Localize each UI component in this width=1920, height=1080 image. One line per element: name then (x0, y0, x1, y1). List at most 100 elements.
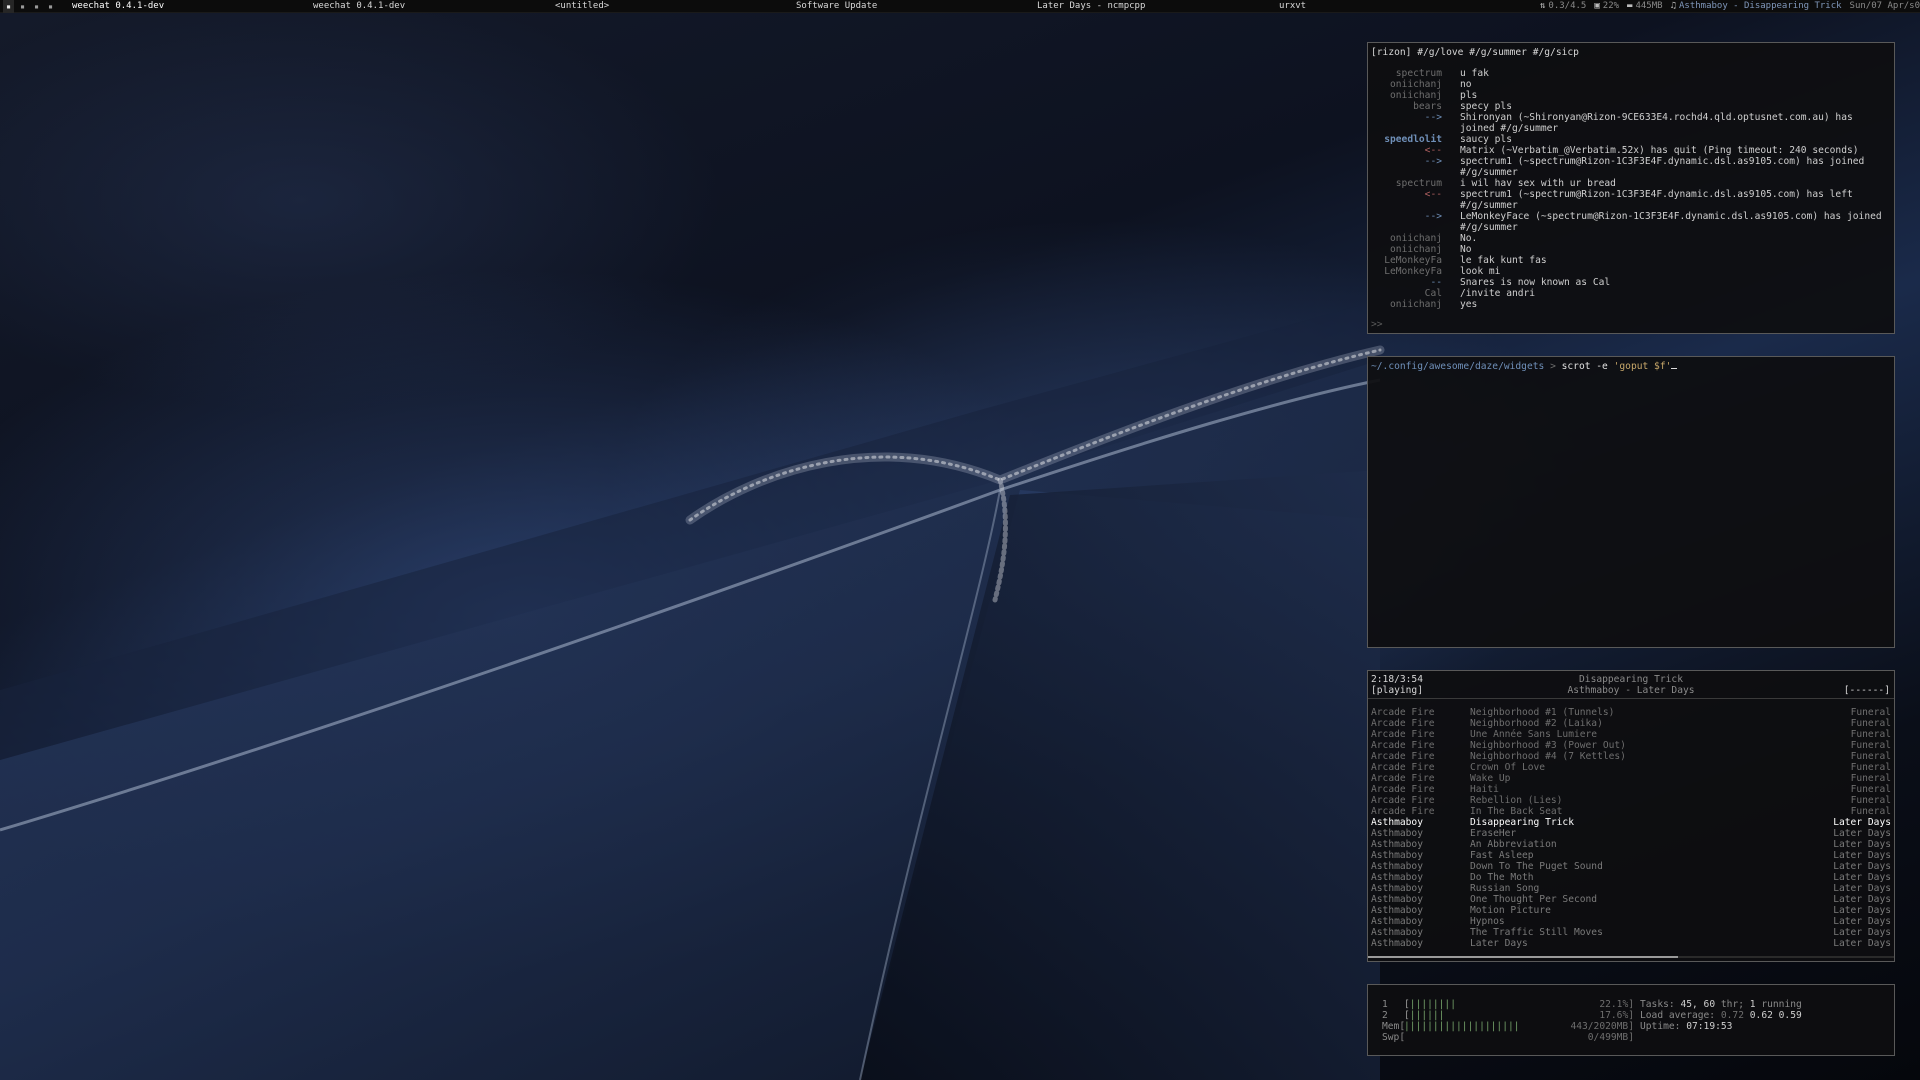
playlist-row[interactable]: Asthmaboy Do The Moth Later Days (1368, 872, 1894, 883)
playlist-row[interactable]: Asthmaboy Hypnos Later Days (1368, 916, 1894, 927)
uptime-value: 07:19:53 (1686, 1021, 1733, 1032)
playlist-row[interactable]: Asthmaboy EraseHer Later Days (1368, 828, 1894, 839)
track-title: Wake Up (1470, 773, 1511, 784)
weechat-buffer-title: [rizon] #/g/love #/g/summer #/g/sicp (1371, 47, 1579, 58)
playlist-row[interactable]: Asthmaboy Russian Song Later Days (1368, 883, 1894, 894)
chat-message: pls (1460, 90, 1478, 101)
track-title: EraseHer (1470, 828, 1517, 839)
playlist-row-current[interactable]: Asthmaboy Disappearing Trick Later Days (1368, 817, 1894, 828)
chat-separator (1444, 90, 1460, 101)
track-artist: Arcade Fire (1371, 795, 1435, 806)
playback-progress-bar[interactable] (1368, 956, 1894, 958)
chat-message: spectrum1 (~spectrum@Rizon-1C3F3E4F.dyna… (1460, 156, 1865, 178)
chat-message: no (1460, 79, 1472, 90)
playlist-row[interactable]: Asthmaboy One Thought Per Second Later Day… (1368, 894, 1894, 905)
playlist-row[interactable]: Arcade Fire Neighborhood #4 (7 Kettles) Fu… (1368, 751, 1894, 762)
track-album: Funeral (1850, 806, 1891, 817)
playlist-row[interactable]: Asthmaboy Later Days Later Days (1368, 938, 1894, 949)
playlist-row[interactable]: Arcade Fire Neighborhood #3 (Power Out) Fu… (1368, 740, 1894, 751)
track-artist: Asthmaboy (1371, 861, 1423, 872)
chat-nick: oniichanj (1390, 79, 1442, 90)
chat-message: Snares is now known as Cal (1460, 277, 1611, 288)
htop-window[interactable]: 1 [|||||||| 22.1%] 2 [|||||| 17.6%] Mem[||||||… (1367, 984, 1895, 1056)
battery-value: 22% (1602, 1, 1620, 11)
meter-label: Mem[ (1382, 1021, 1406, 1032)
playlist-row[interactable]: Asthmaboy An Abbreviation Later Days (1368, 839, 1894, 850)
track-artist: Arcade Fire (1371, 729, 1435, 740)
network-value: 0.3/4.5 (1548, 1, 1587, 11)
chat-message: saucy pls (1460, 134, 1512, 145)
weechat-input-line[interactable]: >> (1371, 319, 1383, 330)
shell-cwd: ~/.config/awesome/daze/widgets (1371, 361, 1545, 372)
taskbar-item-weechat-2[interactable]: weechat 0.4.1-dev (313, 0, 405, 13)
chat-nick: oniichanj (1390, 244, 1442, 255)
playlist-row[interactable]: Asthmaboy Motion Picture Later Days (1368, 905, 1894, 916)
track-title: Motion Picture (1470, 905, 1551, 916)
htop-meter: Swp[0/499MB] (1382, 1032, 1634, 1043)
network-icon: ⇅ (1540, 1, 1546, 11)
playlist-row[interactable]: Arcade Fire Crown Of Love Funeral (1368, 762, 1894, 773)
track-title: Later Days (1470, 938, 1528, 949)
chat-nick: oniichanj (1390, 233, 1442, 244)
track-artist: Asthmaboy (1371, 927, 1423, 938)
track-album: Funeral (1850, 751, 1891, 762)
shell-prompt-line[interactable]: ~/.config/awesome/daze/widgets > scrot -… (1371, 361, 1678, 372)
tag-3[interactable]: ▪ (31, 0, 42, 13)
playlist-row[interactable]: Asthmaboy Fast Asleep Later Days (1368, 850, 1894, 861)
chat-message: yes (1460, 299, 1478, 310)
top-panel: ▪ ▪ ▪ ▪ weechat 0.4.1-dev weechat 0.4.1-… (0, 0, 1920, 13)
playlist-row[interactable]: Arcade Fire Haiti Funeral (1368, 784, 1894, 795)
track-artist: Asthmaboy (1371, 883, 1423, 894)
track-artist: Arcade Fire (1371, 784, 1435, 795)
weechat-window[interactable]: [rizon] #/g/love #/g/summer #/g/sicp spe… (1367, 42, 1895, 334)
chat-separator (1444, 68, 1460, 79)
tag-2[interactable]: ▪ (17, 0, 28, 13)
track-title: Neighborhood #1 (Tunnels) (1470, 707, 1615, 718)
playlist-row[interactable]: Asthmaboy The Traffic Still Moves Later Da… (1368, 927, 1894, 938)
taskbar-item-weechat-1[interactable]: weechat 0.4.1-dev (72, 0, 164, 13)
music-widget[interactable]: ♫ Asthmaboy - Disappearing Trick (1671, 0, 1842, 13)
track-artist: Arcade Fire (1371, 740, 1435, 751)
playlist-row[interactable]: Asthmaboy Down To The Puget Sound Later Da… (1368, 861, 1894, 872)
playlist-row[interactable]: Arcade Fire Neighborhood #2 (Laika) Funera… (1368, 718, 1894, 729)
taskbar-item-software-update[interactable]: Software Update (796, 0, 877, 13)
uptime-label: Uptime: (1640, 1021, 1681, 1032)
taskbar-item-urxvt[interactable]: urxvt (1279, 0, 1306, 13)
track-album: Later Days (1833, 839, 1891, 850)
playlist-row[interactable]: Arcade Fire Wake Up Funeral (1368, 773, 1894, 784)
chat-separator (1444, 299, 1460, 310)
track-album: Later Days (1833, 883, 1891, 894)
chat-nick: -- (1430, 277, 1442, 288)
threads-count: 60 (1703, 999, 1716, 1010)
playback-progress-fill (1368, 956, 1679, 958)
track-album: Later Days (1833, 894, 1891, 905)
track-title: An Abbreviation (1470, 839, 1557, 850)
tag-1[interactable]: ▪ (3, 0, 14, 13)
tag-4[interactable]: ▪ (45, 0, 56, 13)
playlist-row[interactable]: Arcade Fire Neighborhood #1 (Tunnels) Fune… (1368, 707, 1894, 718)
track-album: Later Days (1833, 938, 1891, 949)
shell-terminal-window[interactable]: ~/.config/awesome/daze/widgets > scrot -… (1367, 356, 1895, 648)
chat-nick: <-- (1424, 189, 1442, 200)
track-artist: Asthmaboy (1371, 817, 1423, 828)
chat-separator (1444, 266, 1460, 277)
track-artist: Asthmaboy (1371, 894, 1423, 905)
track-artist: Asthmaboy (1371, 828, 1423, 839)
track-album: Funeral (1850, 773, 1891, 784)
chat-line: oniichanj yes (1368, 299, 1894, 310)
meter-bar: [|||||||| 22.1%] (1404, 999, 1634, 1010)
chat-message: Matrix (~Verbatim_@Verbatim.52x) has qui… (1460, 145, 1859, 156)
chat-line: spectrum u fak (1368, 68, 1894, 79)
playlist-row[interactable]: Arcade Fire In The Back Seat Funeral (1368, 806, 1894, 817)
taskbar-item-untitled[interactable]: <untitled> (555, 0, 609, 13)
track-artist: Asthmaboy (1371, 938, 1423, 949)
threads-label: thr; (1720, 999, 1744, 1010)
playlist-row[interactable]: Arcade Fire Une Année Sans Lumiere Funeral (1368, 729, 1894, 740)
playlist-row[interactable]: Arcade Fire Rebellion (Lies) Funeral (1368, 795, 1894, 806)
battery-widget: ▣ 22% (1594, 0, 1619, 13)
track-title: Fast Asleep (1470, 850, 1534, 861)
taskbar-item-ncmpcpp[interactable]: Later Days - ncmpcpp (1037, 0, 1145, 13)
ncmpcpp-window[interactable]: 2:18/3:54 [playing] Disappearing Trick A… (1367, 670, 1895, 962)
network-widget: ⇅ 0.3/4.5 (1540, 0, 1586, 13)
meter-bar: [|||||| 17.6%] (1404, 1010, 1634, 1021)
